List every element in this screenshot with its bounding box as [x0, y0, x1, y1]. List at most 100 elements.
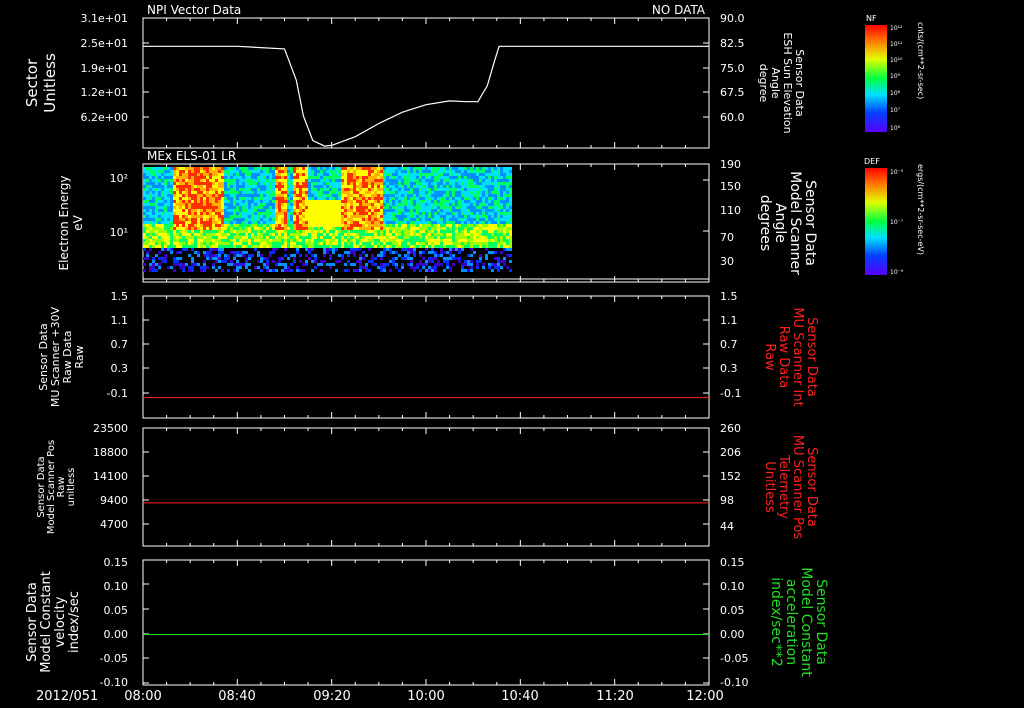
- spectrogram-cell: [200, 233, 203, 236]
- spectrogram-cell: [230, 203, 233, 206]
- spectrogram-cell: [275, 167, 278, 170]
- spectrogram-cell: [155, 236, 158, 239]
- spectrogram-cell: [431, 200, 434, 203]
- spectrogram-cell: [449, 221, 452, 224]
- spectrogram-cell: [320, 239, 323, 242]
- spectrogram-cell: [413, 224, 416, 227]
- spectrogram-cell: [389, 167, 392, 170]
- spectrogram-cell: [194, 209, 197, 212]
- spectrogram-cell: [218, 206, 221, 209]
- spectrogram-cell: [179, 176, 182, 179]
- spectrogram-cell: [389, 173, 392, 176]
- time-tick-label: 10:40: [501, 689, 538, 704]
- spectrogram-cell: [272, 179, 275, 182]
- spectrogram-cell: [227, 233, 230, 236]
- spectrogram-cell: [209, 242, 212, 245]
- spectrogram-cell: [248, 224, 251, 227]
- spectrogram-cell: [371, 188, 374, 191]
- spectrogram-cell: [257, 182, 260, 185]
- spectrogram-cell: [269, 194, 272, 197]
- spectrogram-cell: [152, 194, 155, 197]
- spectrogram-cell: [287, 257, 290, 260]
- spectrogram-cell: [158, 263, 161, 266]
- spectrogram-cell: [437, 245, 440, 248]
- spectrogram-cell: [167, 218, 170, 221]
- spectrogram-cell: [362, 251, 365, 254]
- spectrogram-cell: [482, 215, 485, 218]
- spectrogram-cell: [446, 215, 449, 218]
- spectrogram-cell: [377, 179, 380, 182]
- spectrogram-cell: [275, 203, 278, 206]
- spectrogram-cell: [365, 167, 368, 170]
- spectrogram-cell: [374, 245, 377, 248]
- spectrogram-cell: [218, 188, 221, 191]
- spectrogram-cell: [341, 257, 344, 260]
- spectrogram-cell: [158, 197, 161, 200]
- spectrogram-cell: [488, 194, 491, 197]
- spectrogram-cell: [248, 212, 251, 215]
- spectrogram-cell: [464, 221, 467, 224]
- spectrogram-cell: [167, 179, 170, 182]
- spectrogram-cell: [269, 182, 272, 185]
- spectrogram-cell: [293, 236, 296, 239]
- spectrogram-cell: [329, 191, 332, 194]
- spectrogram-cell: [380, 191, 383, 194]
- spectrogram-cell: [227, 221, 230, 224]
- spectrogram-cell: [359, 218, 362, 221]
- spectrogram-cell: [332, 194, 335, 197]
- spectrogram-cell: [398, 179, 401, 182]
- spectrogram-cell: [470, 218, 473, 221]
- spectrogram-cell: [317, 239, 320, 242]
- spectrogram-cell: [494, 251, 497, 254]
- spectrogram-cell: [323, 227, 326, 230]
- spectrogram-cell: [365, 233, 368, 236]
- spectrogram-cell: [203, 227, 206, 230]
- spectrogram-cell: [338, 179, 341, 182]
- spectrogram-cell: [344, 251, 347, 254]
- spectrogram-cell: [434, 167, 437, 170]
- spectrogram-cell: [356, 227, 359, 230]
- spectrogram-cell: [377, 188, 380, 191]
- spectrogram-cell: [404, 245, 407, 248]
- spectrogram-cell: [329, 254, 332, 257]
- spectrogram-cell: [281, 257, 284, 260]
- spectrogram-cell: [392, 230, 395, 233]
- spectrogram-cell: [491, 167, 494, 170]
- spectrogram-cell: [413, 191, 416, 194]
- spectrogram-cell: [155, 170, 158, 173]
- spectrogram-cell: [212, 194, 215, 197]
- spectrogram-cell: [326, 251, 329, 254]
- spectrogram-cell: [470, 263, 473, 266]
- spectrogram-cell: [266, 233, 269, 236]
- spectrogram-cell: [251, 227, 254, 230]
- spectrogram-cell: [197, 233, 200, 236]
- spectrogram-cell: [482, 227, 485, 230]
- spectrogram-cell: [383, 170, 386, 173]
- spectrogram-cell: [212, 218, 215, 221]
- spectrogram-cell: [149, 170, 152, 173]
- model-left-tick: 0.15: [104, 556, 129, 569]
- spectrogram-cell: [191, 215, 194, 218]
- spectrogram-cell: [491, 221, 494, 224]
- spectrogram-cell: [269, 200, 272, 203]
- spectrogram-cell: [392, 173, 395, 176]
- spectrogram-cell: [188, 167, 191, 170]
- spectrogram-cell: [467, 263, 470, 266]
- spectrogram-cell: [155, 188, 158, 191]
- mu-int-left-tick: -0.1: [107, 387, 128, 400]
- spectrogram-cell: [488, 215, 491, 218]
- spectrogram-cell: [443, 251, 446, 254]
- svg-text:10⁻⁷: 10⁻⁷: [890, 219, 904, 226]
- spectrogram-cell: [401, 167, 404, 170]
- spectrogram-cell: [263, 215, 266, 218]
- spectrogram-cell: [176, 242, 179, 245]
- spectrogram-cell: [422, 227, 425, 230]
- spectrogram-cell: [461, 173, 464, 176]
- spectrogram-cell: [305, 200, 308, 203]
- spectrogram-cell: [359, 239, 362, 242]
- spectrogram-cell: [173, 173, 176, 176]
- spectrogram-cell: [380, 212, 383, 215]
- spectrogram-cell: [158, 218, 161, 221]
- spectrogram-cell: [317, 185, 320, 188]
- spectrogram-cell: [377, 170, 380, 173]
